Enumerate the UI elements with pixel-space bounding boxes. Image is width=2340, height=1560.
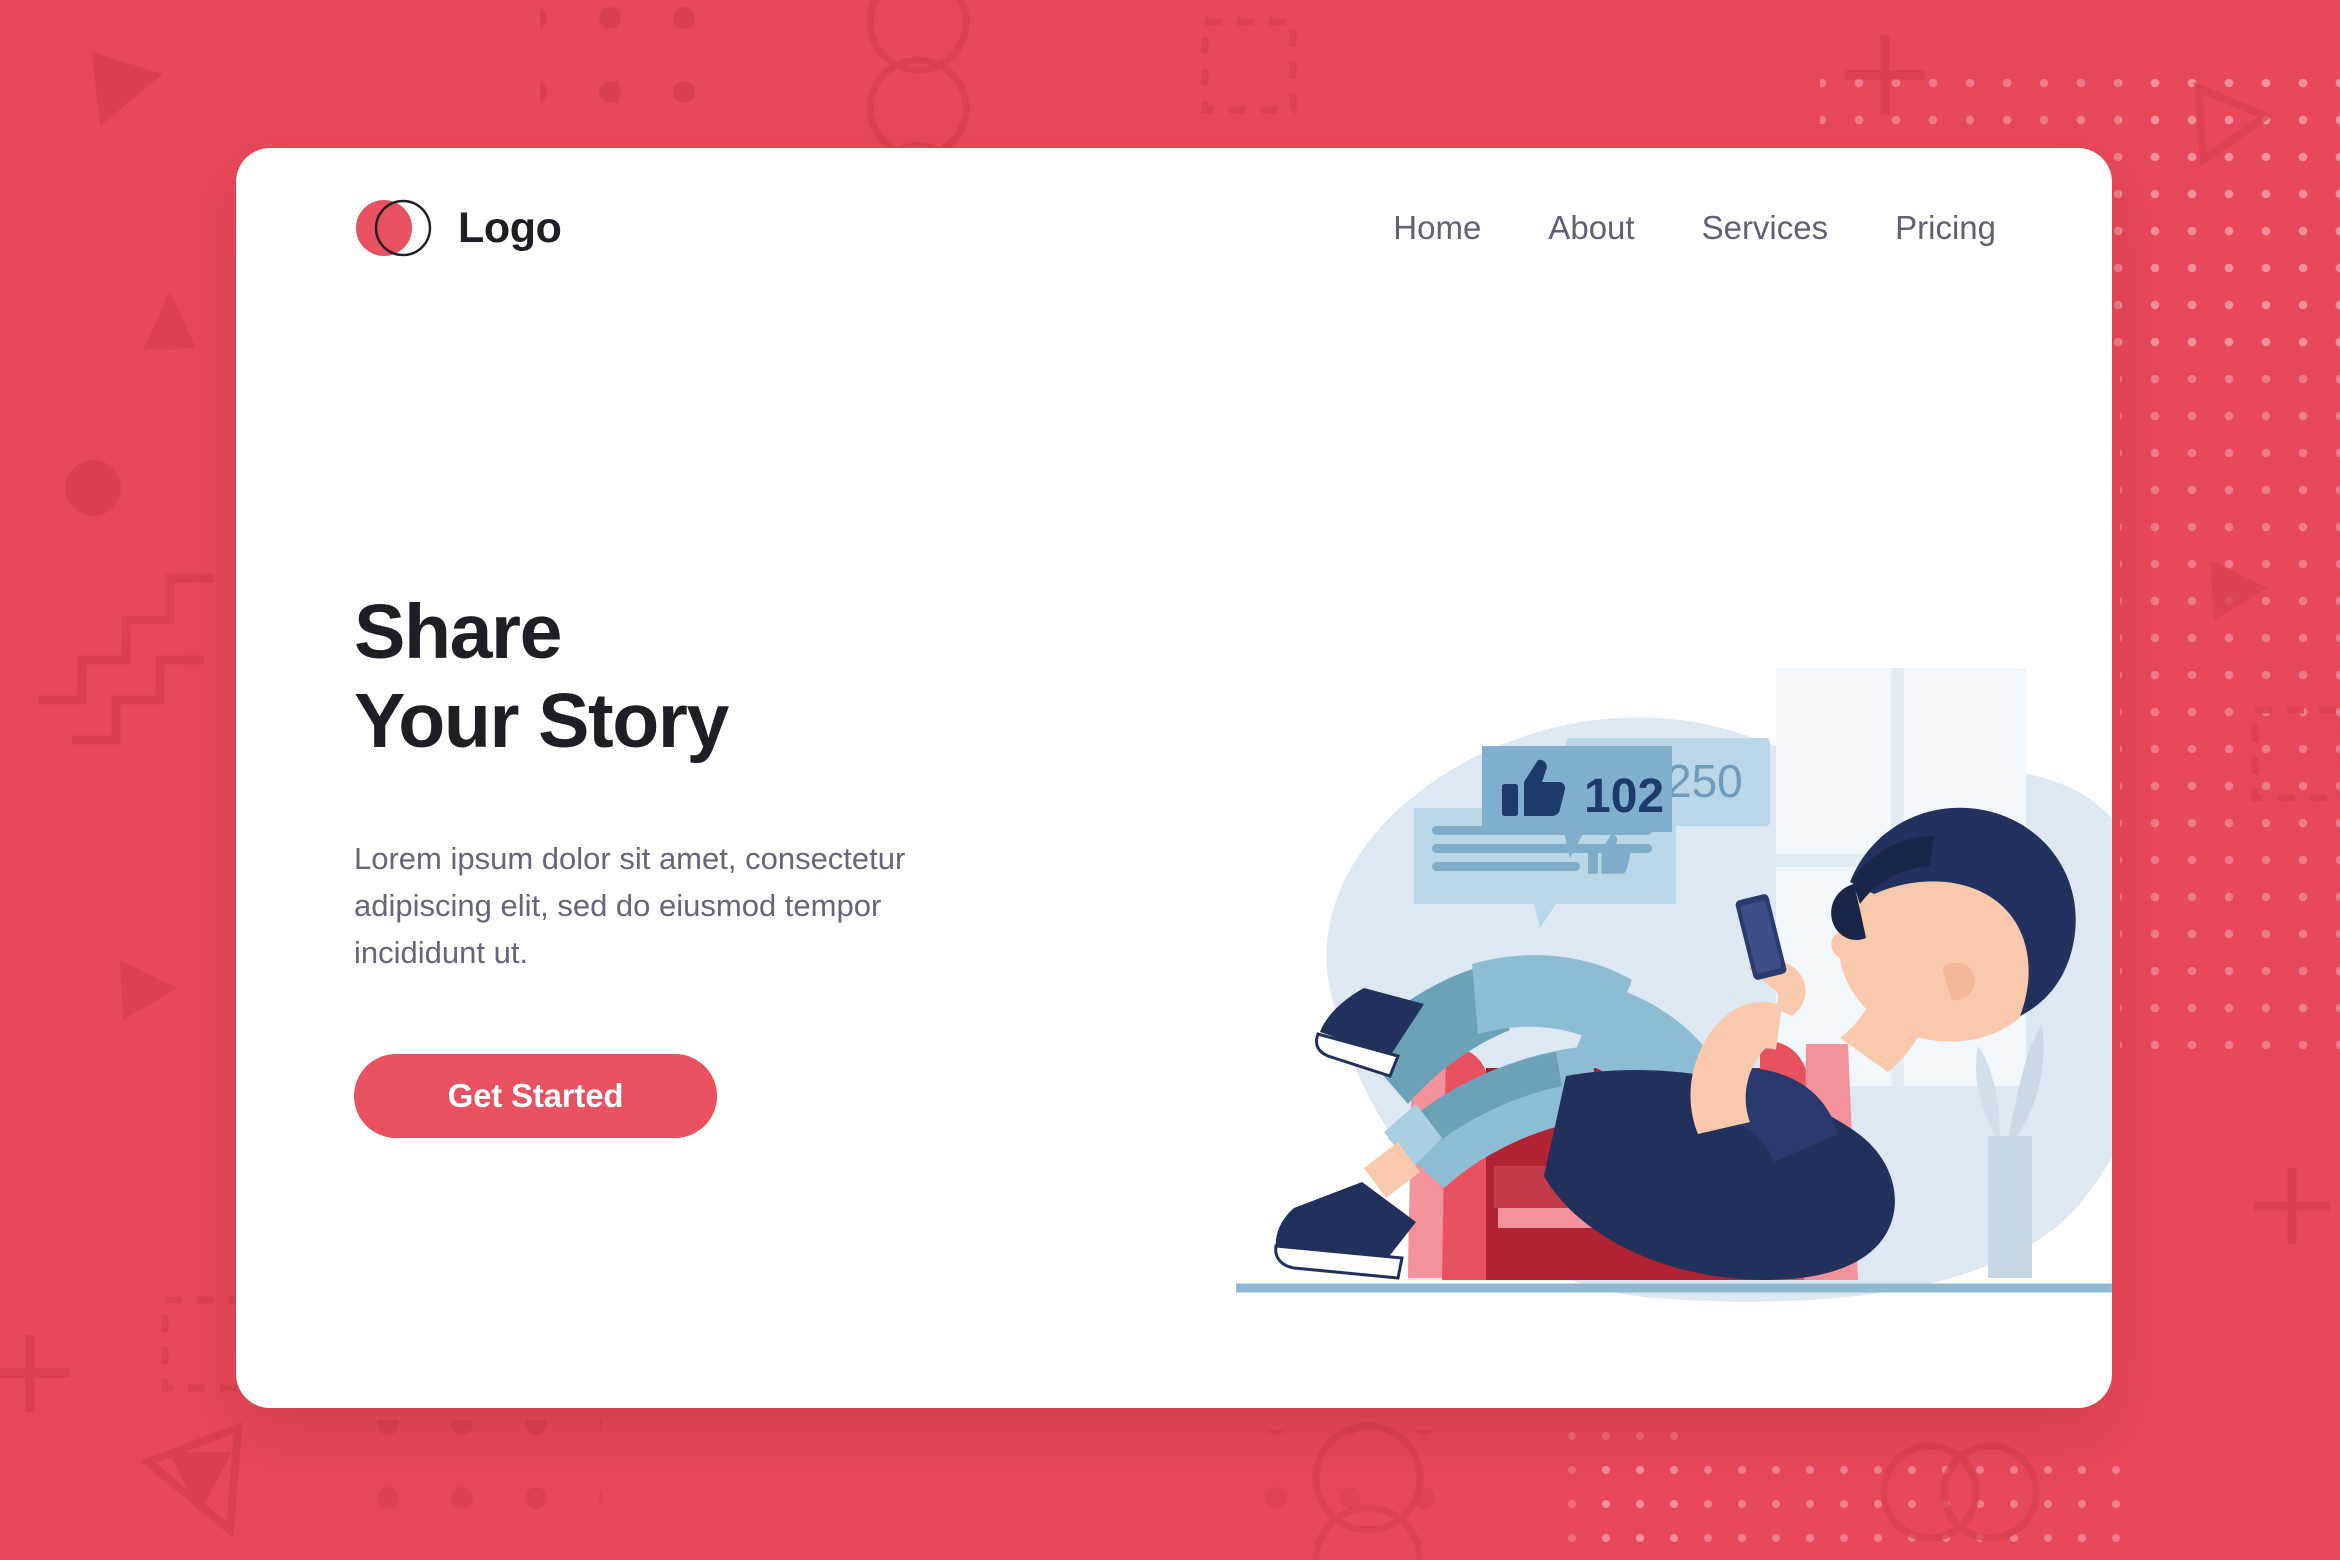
hero-description: Lorem ipsum dolor sit amet, consectetur … <box>354 840 906 970</box>
hero-content: Share Your Story Lorem ipsum dolor sit a… <box>354 588 994 1138</box>
get-started-button[interactable]: Get Started <box>354 1053 717 1138</box>
site-header: Logo Home About Services Pricing <box>236 148 2112 308</box>
headline-line-2: Your Story <box>354 678 729 765</box>
brand-name: Logo <box>458 203 562 252</box>
nav-item-home[interactable]: Home <box>1393 209 1481 247</box>
page-title: Share Your Story <box>354 588 994 767</box>
logo-mark-icon <box>354 196 432 260</box>
love-count: 250 <box>1666 755 1743 807</box>
headline-line-1: Share <box>354 589 562 675</box>
landing-page-card: Logo Home About Services Pricing Share Y… <box>236 148 2112 1408</box>
page-background: Logo Home About Services Pricing Share Y… <box>0 0 2340 1560</box>
nav-item-services[interactable]: Services <box>1702 209 1829 247</box>
like-count: 102 <box>1584 770 1664 823</box>
brand-logo[interactable]: Logo <box>354 196 562 260</box>
nav-item-pricing[interactable]: Pricing <box>1895 209 1996 247</box>
nav-item-about[interactable]: About <box>1548 209 1634 247</box>
sneaker-front <box>1274 1182 1416 1280</box>
main-navigation: Home About Services Pricing <box>1393 209 1996 247</box>
hero-illustration: 250 102 <box>1236 668 2112 1368</box>
